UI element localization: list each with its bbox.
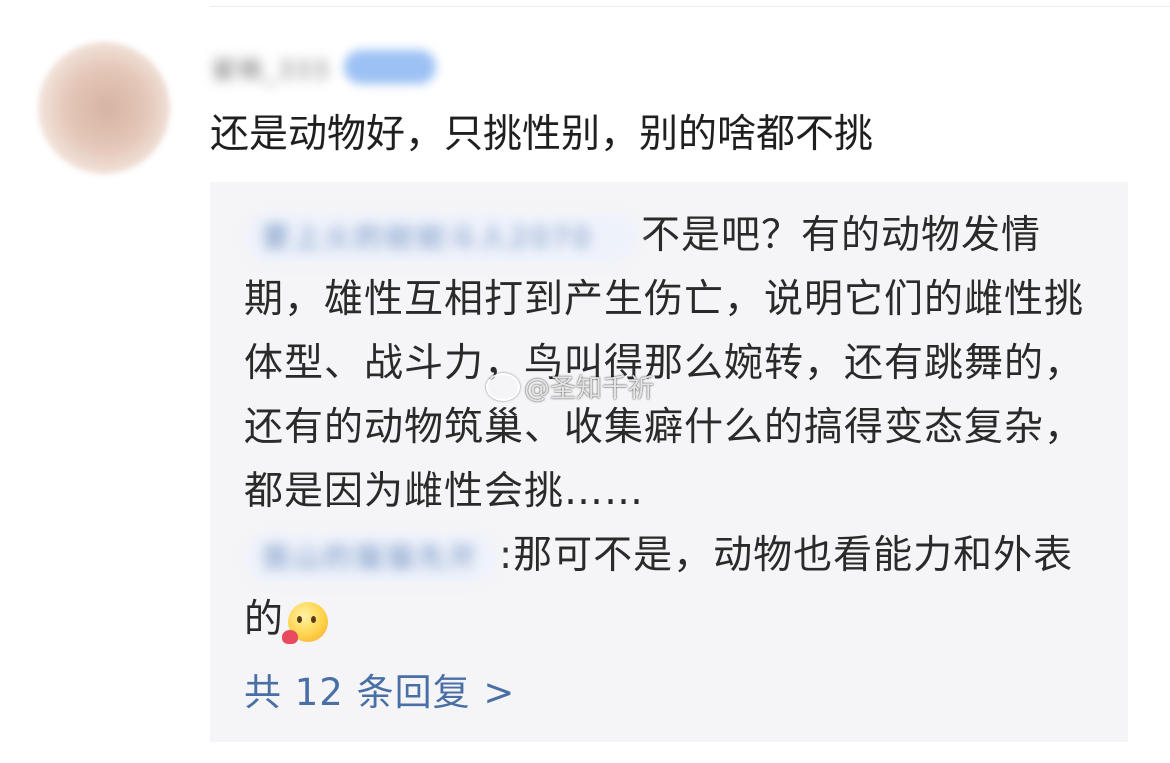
comment-author-name[interactable]: 翟楠_333 (212, 50, 330, 85)
watermark-text: @圣知千祈 (524, 374, 655, 404)
heart-smile-emoji-icon (282, 601, 329, 644)
reply-author[interactable]: 要上火的蚊蚊斗人2070 (244, 212, 639, 263)
reply-item: 我山的猫猫先开:那可不是，动物也看能力和外表的 (244, 524, 1094, 652)
avatar[interactable] (38, 42, 170, 174)
reply-author[interactable]: 我山的猫猫先开 (244, 532, 498, 583)
user-badge (343, 50, 436, 84)
reply-box: 要上火的蚊蚊斗人2070 不是吧？有的动物发情期，雄性互相打到产生伤亡，说明它们的… (210, 182, 1128, 742)
reply-separator: : (499, 533, 514, 578)
view-more-replies-link[interactable]: 共 12 条回复 > (244, 668, 515, 718)
weibo-logo-icon (486, 372, 520, 401)
comment-author[interactable]: 翟楠_333 (212, 48, 436, 86)
reply-item: 要上火的蚊蚊斗人2070 不是吧？有的动物发情期，雄性互相打到产生伤亡，说明它们的… (244, 204, 1094, 524)
top-divider (210, 6, 1170, 7)
comment-text: 还是动物好，只挑性别，别的啥都不挑 (210, 112, 874, 157)
watermark: @圣知千祈 (486, 368, 654, 405)
